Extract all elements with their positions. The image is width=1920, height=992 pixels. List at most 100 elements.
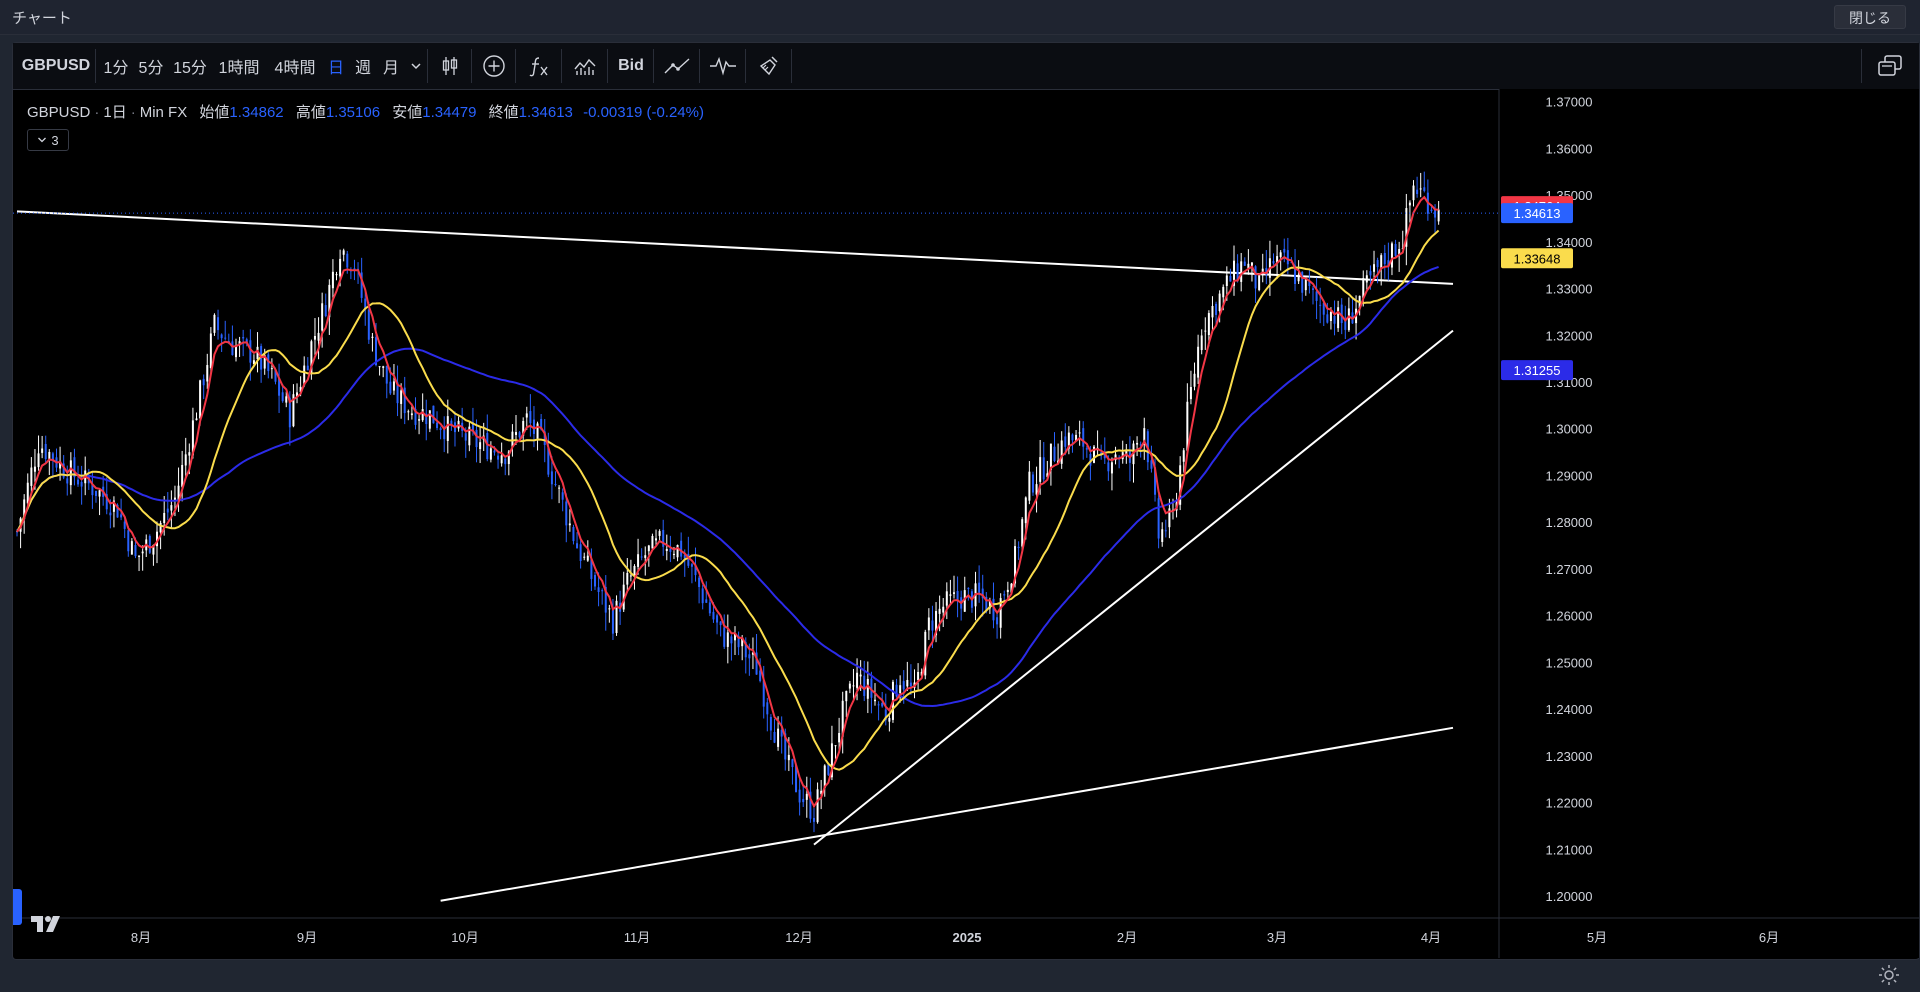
candle-body [134, 545, 137, 557]
trend-line-icon[interactable] [657, 43, 697, 89]
broom-icon[interactable] [749, 43, 789, 89]
chart-legend: GBPUSD · 1日 · Min FX 始値1.34862 高値1.35106 安値1… [27, 101, 704, 122]
candle-body [195, 418, 198, 421]
candle-body [777, 728, 780, 747]
candle-body [1039, 457, 1042, 482]
candle-body [611, 609, 614, 634]
trend-line [440, 726, 1454, 902]
timeframe-1h[interactable]: 1時間 [211, 43, 267, 89]
chart-style-icon[interactable] [565, 43, 605, 89]
candle-body [1193, 373, 1196, 387]
candle-body [816, 789, 819, 823]
candle-body [33, 466, 36, 472]
legend-interval: 1日 [103, 104, 127, 121]
candle-body [148, 535, 151, 553]
candle-body [1064, 436, 1067, 447]
candle-body [163, 512, 166, 523]
price-tag-label: 1.33648 [1514, 251, 1561, 266]
add-circle-icon[interactable] [475, 43, 513, 89]
candle-body [1157, 498, 1160, 539]
candle-body [1423, 187, 1426, 191]
candle-body [859, 674, 862, 677]
candle-body [874, 699, 877, 702]
candle-body [206, 365, 209, 382]
timeframe-5m[interactable]: 5分 [133, 43, 169, 89]
close-button[interactable]: 閉じる [1834, 5, 1906, 29]
candle-body [1408, 202, 1411, 206]
candle-body [812, 817, 815, 822]
candle-body [798, 789, 801, 803]
candle-body [701, 588, 704, 604]
candle-body [1412, 185, 1415, 201]
candle-body [852, 685, 855, 687]
price-chart[interactable]: 1.20000 1.21000 1.22000 1.23000 1.24000 1.250… [13, 89, 1919, 958]
candle-body [410, 413, 413, 416]
chevron-down-icon[interactable] [405, 43, 427, 89]
candle-body [1071, 434, 1074, 441]
candle-body [550, 471, 553, 485]
candle-body [98, 490, 101, 497]
candle-body [1419, 188, 1422, 190]
candle-body [597, 587, 600, 593]
candle-body [845, 690, 848, 702]
candle-body [1218, 293, 1221, 312]
timeframe-15m[interactable]: 15分 [169, 43, 211, 89]
candle-body [1337, 307, 1340, 329]
candlestick-icon[interactable] [431, 43, 469, 89]
candle-body [109, 512, 112, 516]
candle-body [1182, 450, 1185, 462]
toolbar-divider [745, 49, 746, 83]
timeframe-1mo[interactable]: 月 [377, 43, 405, 89]
candle-body [1021, 519, 1024, 547]
candle-body [518, 432, 521, 438]
symbol-selector[interactable]: GBPUSD [21, 43, 91, 89]
candle-body [769, 716, 772, 731]
y-tick-label: 1.25000 [1546, 655, 1593, 670]
candle-body [719, 621, 722, 626]
candle-body [1240, 261, 1243, 282]
candle-body [400, 390, 403, 404]
candle-body [565, 501, 568, 526]
x-tick-label: 11月 [624, 930, 651, 945]
candle-body [1107, 462, 1110, 472]
y-tick-label: 1.33000 [1546, 282, 1593, 297]
candle-body [500, 455, 503, 464]
x-tick-label: 5月 [1587, 930, 1607, 945]
candle-body [1369, 271, 1372, 276]
timeframe-1w[interactable]: 週 [349, 43, 377, 89]
legend-open-label: 始値 [199, 104, 230, 121]
candle-body [698, 577, 701, 588]
timeframe-1m[interactable]: 1分 [99, 43, 133, 89]
gear-icon[interactable] [1877, 963, 1903, 989]
tradingview-logo[interactable] [29, 913, 69, 937]
candle-body [504, 458, 507, 465]
bid-toggle[interactable]: Bid [611, 43, 651, 89]
candle-body [446, 416, 449, 441]
candle-body [601, 590, 604, 592]
candle-body [378, 366, 381, 368]
candle-body [1272, 261, 1275, 264]
candle-body [123, 521, 126, 529]
candle-body [421, 409, 424, 421]
layout-icon[interactable] [1869, 43, 1911, 89]
indicator-fx-icon[interactable] [519, 43, 559, 89]
candle-body [1078, 432, 1081, 434]
timeframe-1d[interactable]: 日 [323, 43, 349, 89]
candle-body [978, 582, 981, 593]
candle-body [1017, 546, 1020, 549]
side-panel-handle[interactable] [13, 889, 22, 925]
candle-body [723, 627, 726, 647]
y-tick-label: 1.23000 [1546, 749, 1593, 764]
x-tick-label: 12月 [785, 930, 812, 945]
legend-close: 1.34613 [518, 104, 573, 121]
toolbar-divider [791, 49, 792, 83]
timeframe-4h[interactable]: 4時間 [267, 43, 323, 89]
candle-body [418, 419, 421, 421]
candle-body [838, 733, 841, 743]
candle-body [902, 681, 905, 690]
wave-icon[interactable] [703, 43, 743, 89]
candle-body [1215, 303, 1218, 315]
candle-body [938, 608, 941, 614]
indicator-toggle[interactable]: 3 [27, 129, 69, 151]
candle-body [69, 460, 72, 486]
